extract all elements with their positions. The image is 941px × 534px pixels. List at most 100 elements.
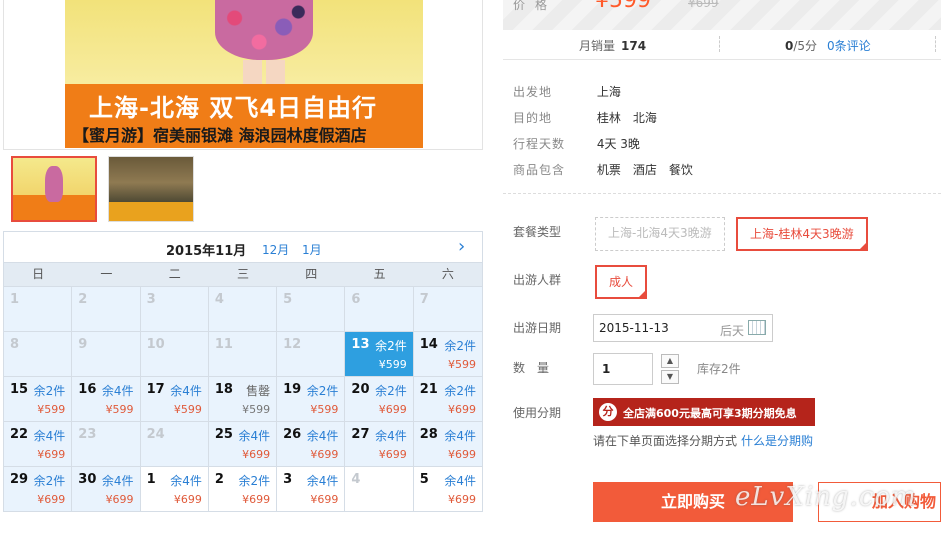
calendar-day[interactable]: 2 余2件 ¥699 [208,467,278,512]
package-option-guilin[interactable]: 上海-桂林4天3晚游 ✓ [736,217,868,251]
calendar-day-number: 29 [10,472,29,487]
calendar-day: 4 [345,467,414,512]
calendar-day-stock: 余2件 [238,474,271,488]
calendar-day-price: ¥699 [378,403,407,416]
info-value: 机票 酒店 餐饮 [597,163,705,177]
quantity-label: 数量 [513,361,562,375]
calendar-day[interactable]: 19 余2件 ¥599 [277,377,346,422]
monthly-sales: 月销量 174 [579,37,646,54]
calendar-day-number: 1 [146,472,156,487]
calendar-day[interactable]: 5 余4件 ¥699 [413,467,482,512]
calendar-day-stock: 余4件 [101,474,134,488]
calendar-header: 2015年11月 12月 1月 › [4,232,482,262]
travel-date-field[interactable]: 2015-11-13 后天 [593,314,773,342]
calendar-day[interactable]: 20 余2件 ¥699 [345,377,414,422]
calendar-day-stock: 余4件 [444,429,476,443]
calendar-day-stock: 余2件 [33,384,66,398]
info-row-departure: 出发地 上海 [513,83,633,100]
banner-image: 上海-北海 双飞4日自由行 【蜜月游】宿美丽银滩 海浪园林度假酒店 [65,0,423,148]
calendar-day-price: ¥699 [173,493,202,506]
calendar-day[interactable]: 17 余4件 ¥599 [140,377,209,422]
calendar-day-number: 4 [351,472,361,487]
calendar-day-number: 12 [283,337,302,352]
info-value-item: 上海 [596,85,621,99]
calendar-day-number: 23 [78,427,97,442]
calendar-day-stock: 余2件 [375,339,407,353]
installment-note-text: 请在下单页面选择分期方式 [593,434,738,448]
package-option-beihai[interactable]: 上海-北海4天3晚游 [595,217,725,251]
calendar-grid: 1 2 3 4 5 6 7 8 9 10 11 12 13 余2件 ¥599 14 余2件 ¥599 15 余2件 ¥5… [4,287,482,512]
price-label: 价格 [513,0,558,12]
info-label: 商品包含 [513,163,566,177]
info-value: 上海 [597,85,633,99]
travel-date-value: 2015-11-13 [599,321,669,335]
calendar-day-price: ¥699 [37,448,66,461]
calendar-day: 11 [208,332,278,377]
calendar-day-number: 5 [283,292,293,307]
info-value: 桂林 北海 [597,111,669,125]
calendar-day[interactable]: 28 余4件 ¥699 [413,422,482,467]
check-icon: ✓ [858,230,866,239]
calendar-day[interactable]: 14 余2件 ¥599 [413,332,482,377]
calendar-day[interactable]: 30 余4件 ¥699 [72,467,141,512]
installment-label: 使用分期 [513,406,562,420]
calendar-day-number: 16 [78,382,97,397]
thumbnail-2[interactable] [108,156,194,222]
calendar-day[interactable]: 21 余2件 ¥699 [413,377,482,422]
traveler-option-adult[interactable]: 成人 ✓ [595,265,648,299]
rating-score: 0/5分 [785,37,817,54]
calendar-icon[interactable] [748,320,766,335]
calendar-day: 3 [140,287,209,332]
installment-help-link[interactable]: 什么是分期购 [741,434,813,448]
calendar-month-link-dec[interactable]: 12月 [262,241,289,258]
stats-divider [719,36,720,52]
calendar-day[interactable]: 22 余4件 ¥699 [4,422,73,467]
info-value-item: 4天 3晚 [596,137,640,151]
calendar-day-price: ¥699 [447,493,476,506]
calendar-day[interactable]: 1 余4件 ¥699 [140,467,209,512]
calendar-month-title: 2015年11月 [166,244,247,259]
calendar-day[interactable]: 15 余2件 ¥599 [4,377,73,422]
info-row-includes: 商品包含 机票 酒店 餐饮 [513,161,705,178]
calendar-day: 23 [72,422,141,467]
calendar-day-number: 19 [283,382,302,397]
thumbnail-1[interactable] [11,156,97,222]
weekday: 六 [441,267,454,281]
calendar-day-number: 1 [10,292,20,307]
info-value: 4天 3晚 [597,137,652,151]
calendar-day-number: 27 [351,427,370,442]
calendar-day-number: 13 [351,337,370,352]
calendar-day-price: ¥699 [447,448,476,461]
installment-badge-text: 全店满600元最高可享3期分期免息 [623,407,797,420]
calendar-day-stock: 余4件 [238,429,271,443]
calendar-day: 8 [4,332,73,377]
info-label: 行程天数 [513,137,566,151]
calendar-day-price: ¥699 [310,493,339,506]
rating-suffix: /5分 [793,39,818,53]
calendar-day[interactable]: 27 余4件 ¥699 [345,422,414,467]
calendar-day-stock: 余4件 [170,384,202,398]
calendar-day: 5 [277,287,346,332]
banner-subtitle: 【蜜月游】宿美丽银滩 海浪园林度假酒店 [73,126,367,145]
calendar-next-arrow-icon[interactable]: › [458,236,465,257]
travel-date-relative: 后天 [720,324,745,338]
calendar-day[interactable]: 3 余4件 ¥699 [277,467,346,512]
quantity-increase-icon[interactable]: ▲ [661,354,679,368]
check-icon: ✓ [638,278,646,287]
calendar-day[interactable]: 16 余4件 ¥599 [72,377,141,422]
reviews-link[interactable]: 0条评论 [827,37,871,54]
calendar-day[interactable]: 25 余4件 ¥699 [208,422,278,467]
quantity-decrease-icon[interactable]: ▼ [661,370,679,384]
calendar-day[interactable]: 26 余4件 ¥699 [277,422,346,467]
monthly-sales-label: 月销量 [579,39,616,53]
calendar-day-stock: 售罄 [246,384,271,398]
quantity-input[interactable]: 1 [593,353,653,385]
calendar-day[interactable]: 29 余2件 ¥699 [4,467,73,512]
calendar-month-link-jan[interactable]: 1月 [302,241,322,258]
calendar-day: 6 [345,287,414,332]
traveler-option-label: 成人 [609,275,634,289]
weekday: 五 [373,267,386,281]
calendar-day-selected[interactable]: 13 余2件 ¥599 [345,332,414,377]
calendar-day: 4 [208,287,278,332]
calendar-day-number: 26 [283,427,302,442]
